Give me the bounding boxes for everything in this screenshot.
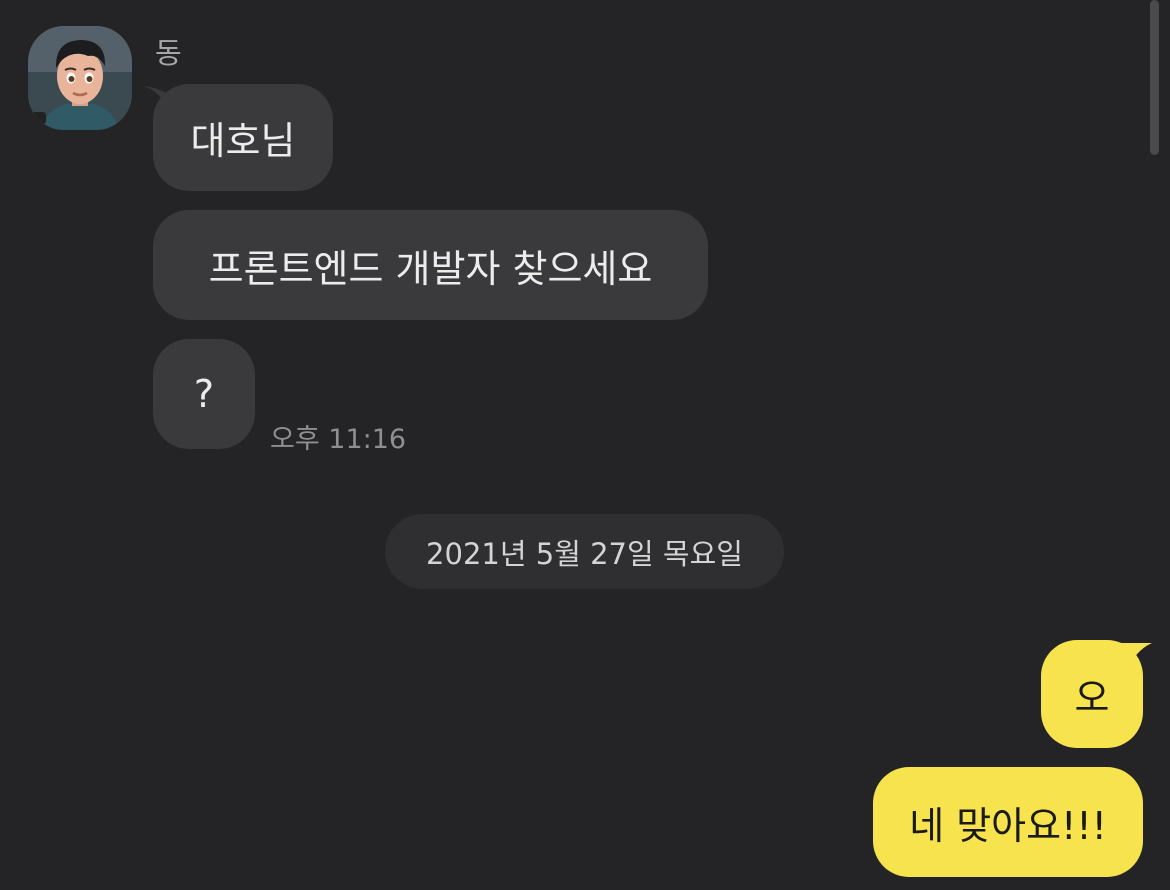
message-text: ?: [193, 372, 215, 416]
outgoing-message-bubble[interactable]: 네 맞아요!!!: [873, 767, 1143, 877]
scrollbar[interactable]: [1150, 0, 1159, 155]
date-divider: 2021년 5월 27일 목요일: [385, 514, 784, 589]
message-timestamp: 오후 11:16: [270, 424, 407, 455]
sender-name: 동: [155, 36, 182, 70]
outgoing-message-bubble[interactable]: 오: [1041, 640, 1143, 748]
profile-avatar-icon: [28, 26, 132, 130]
message-text: 대호님: [190, 119, 296, 163]
incoming-message-bubble[interactable]: ?: [153, 339, 255, 449]
chat-screen[interactable]: 동 대호님 프론트엔드 개발자 찾으세요 ? 오후 11:16 2021년 5월…: [0, 0, 1170, 890]
incoming-message-bubble[interactable]: 프론트엔드 개발자 찾으세요: [153, 210, 708, 320]
incoming-message-bubble[interactable]: 대호님: [153, 84, 333, 191]
message-text: 네 맞아요!!!: [909, 803, 1107, 848]
message-text: 오: [1074, 675, 1110, 720]
sender-avatar[interactable]: [28, 26, 132, 130]
message-text: 프론트엔드 개발자 찾으세요: [208, 246, 653, 291]
